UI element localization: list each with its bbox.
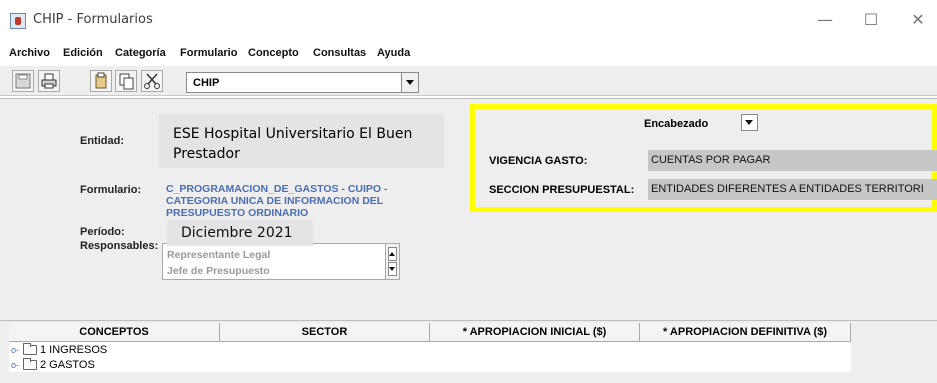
folder-icon — [23, 358, 37, 370]
title-bar: CHIP - Formularios — ☐ ✕ — [0, 0, 937, 40]
system-select[interactable]: CHIP — [186, 72, 419, 93]
paste-button[interactable] — [90, 70, 112, 92]
chevron-down-icon[interactable] — [401, 73, 418, 92]
system-select-value: CHIP — [193, 77, 220, 89]
responsables-list[interactable]: Representante Legal Jefe de Presupuesto — [162, 243, 400, 280]
menu-categoria[interactable]: Categoría — [115, 47, 166, 59]
responsables-label: Responsables: — [80, 240, 159, 252]
entidad-label: Entidad: — [80, 135, 124, 147]
periodo-field: Diciembre 2021 — [167, 220, 313, 246]
entidad-value: ESE Hospital Universitario El Buen Prest… — [173, 126, 413, 162]
menu-edicion[interactable]: Edición — [63, 47, 103, 59]
row-label: 1 INGRESOS — [40, 344, 108, 356]
column-header-conceptos[interactable]: CONCEPTOS — [9, 323, 220, 342]
print-icon — [41, 73, 57, 89]
list-scrollbar[interactable] — [385, 244, 399, 279]
menu-ayuda[interactable]: Ayuda — [377, 47, 410, 59]
table-body: o- 1 INGRESOS o- 2 GASTOS — [9, 342, 851, 372]
column-header-apropiacion-definitiva[interactable]: * APROPIACION DEFINITIVA ($) — [640, 323, 851, 342]
periodo-label: Período: — [80, 226, 125, 238]
table-row[interactable]: o- 2 GASTOS — [9, 358, 851, 372]
copy-button[interactable] — [115, 70, 137, 92]
minimize-button[interactable]: — — [810, 8, 840, 32]
row-label: 2 GASTOS — [40, 359, 95, 371]
folder-icon — [23, 343, 37, 355]
column-header-apropiacion-inicial[interactable]: * APROPIACION INICIAL ($) — [430, 323, 640, 342]
java-app-icon — [10, 13, 26, 29]
save-icon — [15, 73, 31, 89]
vigencia-label: VIGENCIA GASTO: — [489, 155, 588, 167]
copy-icon — [119, 73, 134, 90]
menu-consultas[interactable]: Consultas — [313, 47, 366, 59]
column-header-sector[interactable]: SECTOR — [220, 323, 430, 342]
list-item[interactable]: Jefe de Presupuesto — [167, 265, 270, 277]
menu-formulario[interactable]: Formulario — [180, 47, 237, 59]
print-button[interactable] — [38, 70, 60, 92]
scroll-down-icon[interactable] — [388, 262, 397, 276]
encabezado-label: Encabezado — [644, 118, 709, 130]
expand-node-icon[interactable]: o- — [11, 361, 20, 370]
seccion-value[interactable]: ENTIDADES DIFERENTES A ENTIDADES TERRITO… — [648, 179, 937, 200]
vigencia-value[interactable]: CUENTAS POR PAGAR — [648, 150, 937, 171]
cut-button[interactable] — [141, 70, 163, 92]
entidad-field: ESE Hospital Universitario El Buen Prest… — [159, 114, 444, 168]
window-title: CHIP - Formularios — [33, 12, 153, 27]
form-panel: Entidad: ESE Hospital Universitario El B… — [0, 98, 937, 320]
expand-node-icon[interactable]: o- — [11, 346, 20, 355]
cut-icon — [144, 73, 160, 89]
toolbar: CHIP — [0, 66, 937, 96]
menu-concepto[interactable]: Concepto — [248, 47, 299, 59]
close-button[interactable]: ✕ — [903, 8, 933, 32]
scroll-up-icon[interactable] — [388, 247, 397, 261]
menu-archivo[interactable]: Archivo — [9, 47, 50, 59]
table-row[interactable]: o- 1 INGRESOS — [9, 343, 851, 357]
save-button[interactable] — [12, 70, 34, 92]
list-item[interactable]: Representante Legal — [167, 249, 270, 261]
seccion-label: SECCION PRESUPUESTAL: — [489, 184, 635, 196]
concepts-table: CONCEPTOS SECTOR * APROPIACION INICIAL (… — [0, 320, 937, 383]
encabezado-dropdown-button[interactable] — [741, 114, 758, 131]
periodo-value: Diciembre 2021 — [181, 225, 293, 241]
menu-bar: Archivo Edición Categoría Formulario Con… — [0, 44, 937, 62]
paste-icon — [95, 72, 107, 89]
formulario-label: Formulario: — [80, 184, 142, 196]
table-header: CONCEPTOS SECTOR * APROPIACION INICIAL (… — [9, 323, 851, 342]
formulario-value: C_PROGRAMACION_DE_GASTOS - CUIPO - CATEG… — [166, 183, 388, 217]
maximize-button[interactable]: ☐ — [856, 8, 886, 32]
header-panel-highlight: Encabezado VIGENCIA GASTO: CUENTAS POR P… — [470, 104, 937, 212]
